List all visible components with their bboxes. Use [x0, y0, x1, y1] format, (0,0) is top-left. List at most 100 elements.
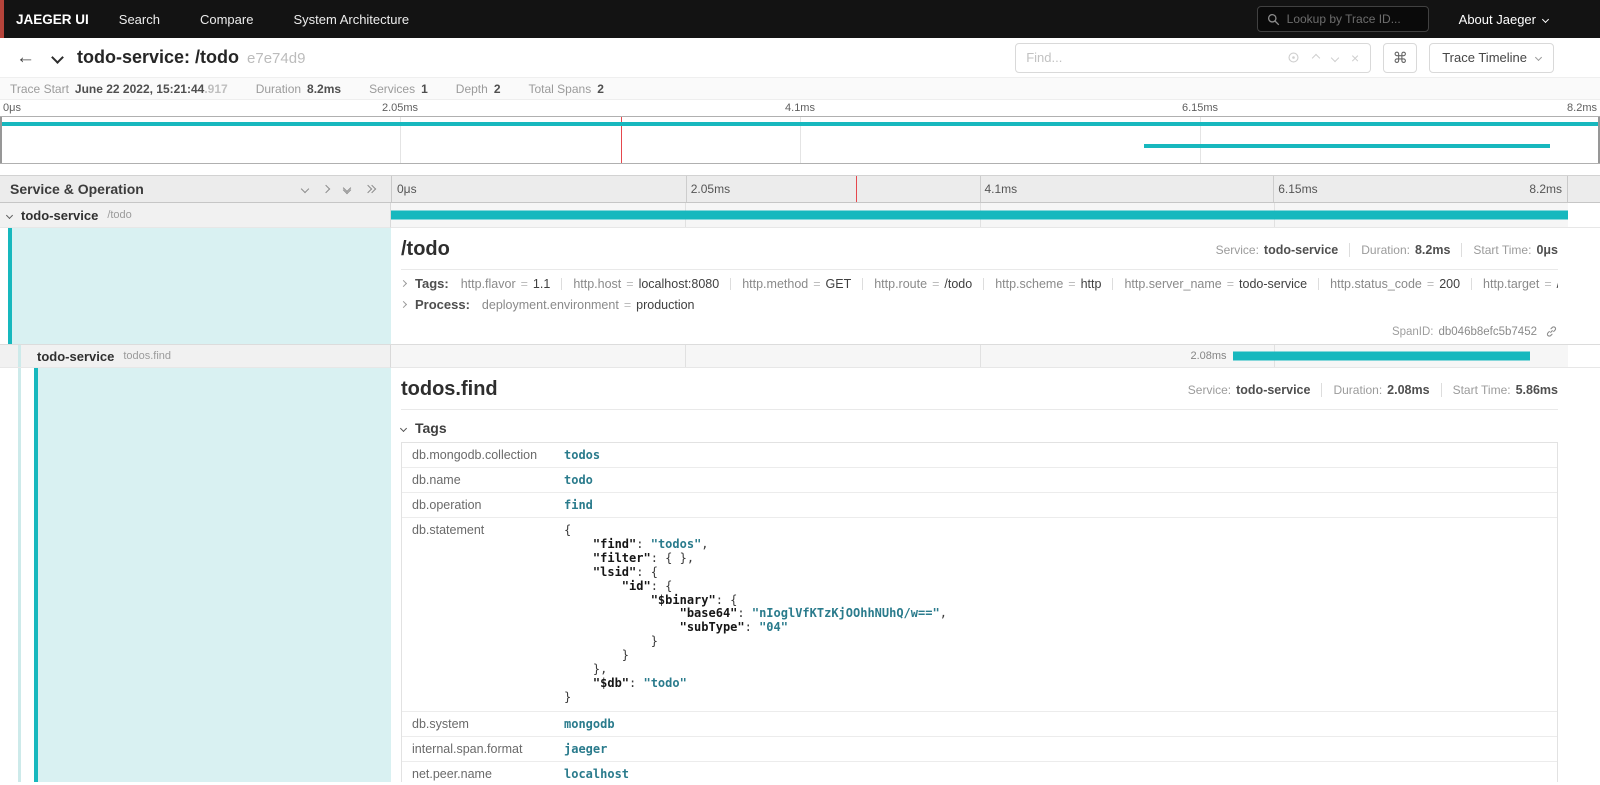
span-rows: todo-service /todo /todo Service:todo-se	[0, 203, 1600, 785]
span-bar[interactable]	[1233, 352, 1531, 361]
start-time-label: Start Time:	[1473, 243, 1531, 257]
ruler-tick: 6.15ms	[1278, 182, 1317, 196]
expand-all-icon[interactable]	[365, 186, 375, 192]
span-row: todo-service todos.find 2.08ms	[0, 345, 1600, 368]
find-box[interactable]: ×	[1015, 43, 1371, 73]
span-name-cell[interactable]: todo-service /todo	[0, 203, 391, 228]
span-bar[interactable]	[391, 211, 1568, 220]
span-detail-accent	[8, 228, 391, 344]
span-link-icon[interactable]	[1545, 325, 1558, 338]
span-detail-indent	[0, 368, 391, 782]
kv-row: db.system mongodb	[402, 712, 1557, 737]
span-id-row: SpanID: db046b8efc5b7452	[401, 325, 1558, 338]
process-expand-chevron-icon[interactable]	[401, 302, 406, 307]
span-detail-panel: /todo Service:todo-service Duration:8.2m…	[391, 228, 1600, 344]
next-match-icon[interactable]	[1332, 55, 1338, 61]
process-tag: deployment.environment=production	[482, 298, 695, 312]
tree-indent-guide	[18, 345, 21, 367]
start-time-label: Start Time:	[1453, 383, 1511, 397]
nav-menu-item[interactable]: Search	[119, 12, 160, 27]
kv-key: internal.span.format	[402, 737, 554, 761]
kv-key: db.statement	[402, 518, 554, 711]
kv-row: internal.span.format jaeger	[402, 737, 1557, 762]
span-duration-label: 2.08ms	[1190, 350, 1226, 362]
process-inline-list: deployment.environment=production	[482, 298, 1558, 312]
summary-label: Duration	[256, 82, 301, 96]
prev-match-icon[interactable]	[1313, 55, 1319, 61]
summary-item: Depth2	[456, 82, 501, 96]
summary-item: Total Spans2	[529, 82, 604, 96]
service-value: todo-service	[1236, 383, 1310, 397]
span-detail-title: /todo	[401, 238, 450, 261]
tag-equals: =	[1227, 277, 1234, 291]
ruler-gridline	[686, 176, 687, 202]
focus-match-icon[interactable]	[1287, 51, 1300, 64]
service-operation-label: Service & Operation	[10, 181, 144, 197]
chevron-down-icon	[1542, 15, 1549, 22]
header-actions: × ⌘ Trace Timeline	[1015, 43, 1554, 73]
find-input[interactable]	[1016, 50, 1276, 65]
kv-value-json: { "find": "todos", "filter": { }, "lsid"…	[554, 518, 957, 711]
timeline-header: Service & Operation 0μs 2.05ms 4.1ms 6.1…	[0, 175, 1600, 203]
kv-value: todos	[554, 443, 610, 467]
minimap-tick: 8.2ms	[1567, 102, 1597, 114]
tags-section-chevron-icon	[400, 424, 407, 431]
minimap-span-bar	[0, 122, 1600, 126]
trace-lookup-box[interactable]	[1257, 6, 1429, 32]
tag-equals: =	[1427, 277, 1434, 291]
about-jaeger-menu[interactable]: About Jaeger	[1459, 12, 1548, 27]
summary-value: 8.2ms	[307, 82, 341, 96]
ruler-tick: 4.1ms	[985, 182, 1018, 196]
span-collapse-chevron-icon[interactable]	[7, 213, 12, 218]
process-label[interactable]: Process:	[415, 297, 470, 312]
top-navbar: JAEGER UI Search Compare System Architec…	[0, 0, 1600, 38]
tag-equals: =	[932, 277, 939, 291]
span-name-cell[interactable]: todo-service todos.find	[0, 345, 391, 368]
ruler-gridline	[980, 176, 981, 202]
trace-minimap: 0μs 2.05ms 4.1ms 6.15ms 8.2ms	[0, 100, 1600, 164]
summary-value: 1	[421, 82, 428, 96]
kv-row: db.name todo	[402, 468, 1557, 493]
span-operation-name: todos.find	[123, 350, 171, 362]
start-time-value: 0μs	[1536, 243, 1558, 257]
tags-label[interactable]: Tags:	[415, 276, 449, 291]
summary-label: Trace Start	[10, 82, 69, 96]
nav-menu-item[interactable]: System Architecture	[293, 12, 409, 27]
app-logo[interactable]: JAEGER UI	[16, 12, 89, 27]
clear-find-icon[interactable]: ×	[1351, 51, 1359, 65]
trace-lookup-input[interactable]	[1287, 12, 1419, 26]
duration-label: Duration:	[1333, 383, 1382, 397]
collapse-all-icon[interactable]	[344, 185, 350, 193]
tag-equals: =	[813, 277, 820, 291]
minimap-canvas[interactable]	[0, 116, 1600, 164]
collapse-header-chevron-icon[interactable]	[53, 53, 62, 62]
expand-one-icon[interactable]	[323, 186, 329, 192]
trace-view-dropdown[interactable]: Trace Timeline	[1429, 43, 1554, 73]
kv-key: db.name	[402, 468, 554, 492]
span-track[interactable]: 2.08ms	[391, 345, 1568, 368]
span-detail-title: todos.find	[401, 378, 498, 401]
divider	[1441, 383, 1442, 397]
tags-section-header[interactable]: Tags	[401, 420, 1558, 436]
kv-value: todo	[554, 468, 603, 492]
tag-equals: =	[521, 277, 528, 291]
tag-value: /todo	[944, 277, 972, 291]
tags-section-label: Tags	[415, 420, 447, 436]
timeline-ruler[interactable]: 0μs 2.05ms 4.1ms 6.15ms 8.2ms	[391, 176, 1568, 202]
duration-value: 8.2ms	[1415, 243, 1450, 257]
span-track[interactable]	[391, 203, 1568, 228]
tags-expand-chevron-icon[interactable]	[401, 281, 406, 286]
span-detail-header: todos.find Service: todo-service Duration…	[401, 378, 1558, 401]
keyboard-shortcuts-button[interactable]: ⌘	[1383, 43, 1417, 73]
back-button[interactable]: ←	[16, 48, 35, 67]
nav-menu-item[interactable]: Compare	[200, 12, 253, 27]
tag-value: GET	[826, 277, 852, 291]
tree-indent-guide	[18, 368, 21, 782]
summary-value-suffix: .917	[204, 82, 227, 96]
service-value: todo-service	[1264, 243, 1338, 257]
minimap-left-scrubber[interactable]	[0, 117, 2, 163]
service-label: Service:	[1216, 243, 1259, 257]
collapse-one-icon[interactable]	[302, 186, 308, 192]
service-label: Service:	[1188, 383, 1231, 397]
tag-key: http.method	[742, 277, 808, 291]
